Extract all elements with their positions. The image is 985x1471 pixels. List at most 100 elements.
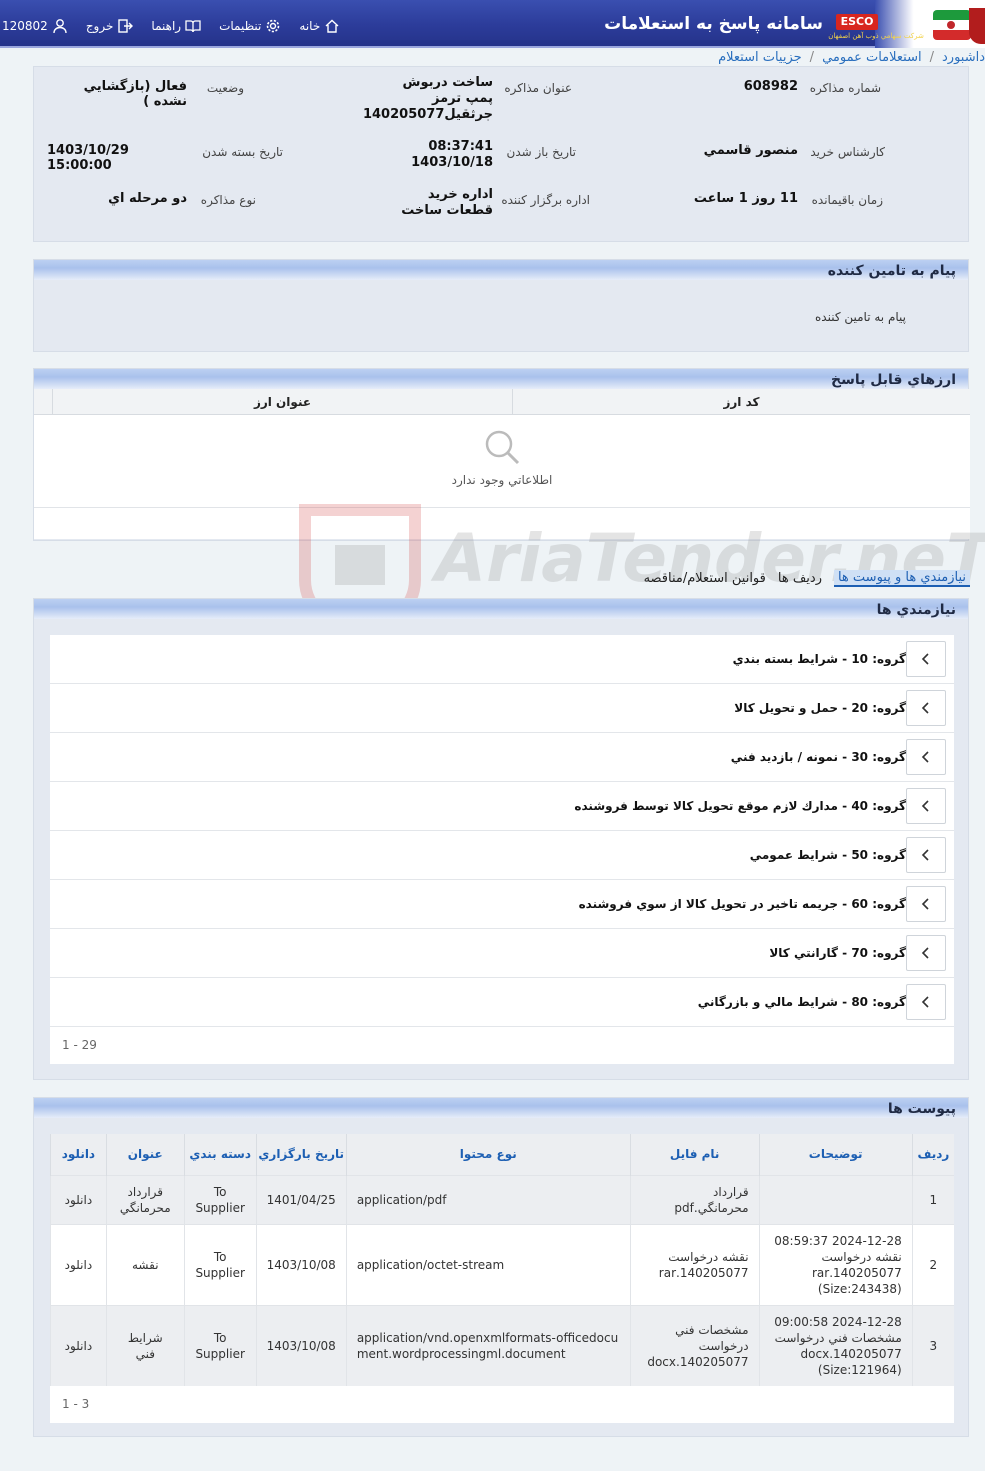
logout-icon (118, 19, 134, 33)
logout-link[interactable]: خروج (86, 18, 134, 34)
attachments-pager: 1 - 3 (62, 1397, 90, 1411)
close-date-label: تاريخ بسته شدن (202, 145, 283, 159)
home-link[interactable]: خانه (299, 18, 340, 34)
cell-category: To Supplier (183, 1174, 257, 1224)
app-title: سامانه پاسخ به استعلامات (604, 14, 823, 34)
user-menu[interactable]: 120802 (2, 18, 68, 34)
column-download[interactable]: دانلود (50, 1134, 107, 1175)
column-currency-code[interactable]: كد ارز (512, 389, 970, 414)
attachments-title: پيوست ها (34, 1098, 968, 1118)
currencies-table: كد ارز عنوان ارز اطلاعاتي وجود ندارد (34, 389, 970, 539)
supplier-message-panel: پيام به تامين كننده پيام به تامين كننده (33, 259, 969, 352)
requirement-item[interactable]: گروه: 10 - شرايط بسته بندي (50, 635, 954, 684)
requirement-label: گروه: 10 - شرايط بسته بندي (732, 652, 906, 666)
help-link[interactable]: راهنما (151, 18, 201, 34)
requirement-item[interactable]: گروه: 30 - نمونه / بازديد فني (50, 733, 954, 782)
iran-flag-logo (933, 10, 971, 40)
tab-requirements-attachments[interactable]: نيازمندي ها و پيوست ها (833, 569, 970, 587)
chevron-left-icon (921, 653, 929, 665)
requirement-item[interactable]: گروه: 80 - شرايط مالي و بازرگاني (50, 978, 954, 1027)
negotiation-title: ساخت دربوش پمپ ترمز جرثقيل140205077 (362, 75, 493, 122)
expand-button[interactable] (906, 886, 946, 922)
open-time: 08:37:41 (428, 139, 493, 154)
requirement-label: گروه: 20 - حمل و تحويل كالا (734, 701, 906, 715)
download-link[interactable]: دانلود (50, 1304, 107, 1386)
expand-button[interactable] (906, 641, 946, 677)
settings-link[interactable]: تنظيمات (219, 18, 281, 34)
cell-title: قرارداد محرمانگي (105, 1174, 185, 1224)
breadcrumb-dashboard[interactable]: داشبورد (942, 50, 985, 65)
chevron-left-icon (921, 947, 929, 959)
column-content-type[interactable]: نوع محتوا (345, 1134, 631, 1175)
column-currency-title[interactable]: عنوان ارز (52, 389, 512, 414)
attachments-table: رديف توضيحات نام فايل نوع محتوا تاريخ با… (50, 1134, 954, 1386)
expand-button[interactable] (906, 739, 946, 775)
requirement-item[interactable]: گروه: 50 - شرايط عمومي (50, 831, 954, 880)
cell-title: نقشه (105, 1223, 185, 1305)
requirement-item[interactable]: گروه: 20 - حمل و تحويل كالا (50, 684, 954, 733)
requirement-label: گروه: 80 - شرايط مالي و بازرگاني (697, 995, 906, 1009)
cell-description: 2024-12-28 08:59:37 نقشه درخواست 1402050… (758, 1223, 913, 1305)
top-bar: ESCO شركت سهامي ذوب آهن اصفهان سامانه پا… (0, 0, 985, 48)
breadcrumb-public-inquiries[interactable]: استعلامات عمومي (822, 50, 922, 65)
open-date-label: تاريخ باز شدن (506, 145, 576, 159)
buyer-expert-label: كارشناس خريد (810, 145, 885, 159)
status-value: فعال (بازگشايي نشده ) (83, 79, 187, 109)
cell-file-name: نقشه درخواست 140205077.rar (629, 1223, 760, 1305)
table-row: 2 2024-12-28 08:59:37 نقشه درخواست 14020… (50, 1223, 954, 1305)
currencies-table-header: كد ارز عنوان ارز (34, 389, 970, 415)
home-icon (325, 19, 339, 33)
requirement-item[interactable]: گروه: 70 - گارانتي كالا (50, 929, 954, 978)
expand-button[interactable] (906, 935, 946, 971)
download-link[interactable]: دانلود (50, 1223, 107, 1305)
negotiation-type-label: نوع مذاكره (200, 193, 256, 207)
download-link[interactable]: دانلود (50, 1174, 107, 1224)
organizer: اداره خريد قطعات ساخت (401, 187, 493, 218)
requirement-label: گروه: 40 - مدارك لازم موقع تحويل كالا تو… (574, 799, 906, 813)
remaining-time-label: زمان باقيمانده (811, 193, 883, 207)
currencies-title: ارزهاي قابل پاسخ (34, 369, 968, 389)
cell-category: To Supplier (183, 1223, 257, 1305)
cell-description (758, 1174, 913, 1224)
tab-rules[interactable]: قوانين استعلام/مناقصه (644, 571, 766, 586)
expand-button[interactable] (906, 788, 946, 824)
expand-button[interactable] (906, 984, 946, 1020)
column-title[interactable]: عنوان (105, 1134, 185, 1175)
open-date: 1403/10/18 (411, 155, 493, 170)
expand-button[interactable] (906, 837, 946, 873)
help-label: راهنما (151, 19, 182, 33)
cell-row: 1 (911, 1174, 954, 1224)
column-row[interactable]: رديف (911, 1134, 954, 1175)
column-spacer (34, 389, 52, 414)
chevron-left-icon (921, 702, 929, 714)
cell-content-type: application/octet-stream (345, 1223, 631, 1305)
expand-button[interactable] (906, 690, 946, 726)
cell-row: 3 (911, 1304, 954, 1386)
esco-badge: ESCO (836, 14, 878, 30)
column-file-name[interactable]: نام فايل (629, 1134, 760, 1175)
buyer-expert: منصور قاسمي (703, 143, 798, 158)
requirement-label: گروه: 60 - جريمه تاخير در تحويل كالا از … (578, 897, 906, 911)
search-icon (485, 430, 520, 465)
column-upload-date[interactable]: تاريخ بارگزاري (255, 1134, 347, 1175)
column-description[interactable]: توضيحات (758, 1134, 913, 1175)
supplier-message-body: پيام به تامين كننده (815, 310, 906, 324)
requirement-item[interactable]: گروه: 60 - جريمه تاخير در تحويل كالا از … (50, 880, 954, 929)
tab-rows[interactable]: رديف ها (778, 571, 822, 586)
cell-description: 2024-12-28 09:00:58 مشخصات فني درخواست 1… (758, 1304, 913, 1386)
requirement-item[interactable]: گروه: 40 - مدارك لازم موقع تحويل كالا تو… (50, 782, 954, 831)
breadcrumb-inquiry-details[interactable]: جزييات استعلام (718, 50, 802, 65)
logo-corner-icon (969, 8, 985, 44)
cell-upload-date: 1403/10/08 (255, 1304, 347, 1386)
cell-category: To Supplier (183, 1304, 257, 1386)
cell-title: شرايط فني (105, 1304, 185, 1386)
column-category[interactable]: دسته بندي (183, 1134, 257, 1175)
breadcrumb-separator: / (929, 49, 934, 65)
requirements-list: گروه: 10 - شرايط بسته بندي گروه: 20 - حم… (50, 635, 954, 1064)
table-row: 1 قرارداد محرمانگي.pdf application/pdf 1… (50, 1174, 954, 1224)
cell-file-name: مشخصات فني درخواست 140205077.docx (629, 1304, 760, 1386)
table-row: 3 2024-12-28 09:00:58 مشخصات فني درخواست… (50, 1304, 954, 1386)
negotiation-number: 608982 (743, 79, 798, 94)
requirement-label: گروه: 70 - گارانتي كالا (769, 946, 906, 960)
remaining-time: 11 روز 1 ساعت (693, 191, 798, 206)
